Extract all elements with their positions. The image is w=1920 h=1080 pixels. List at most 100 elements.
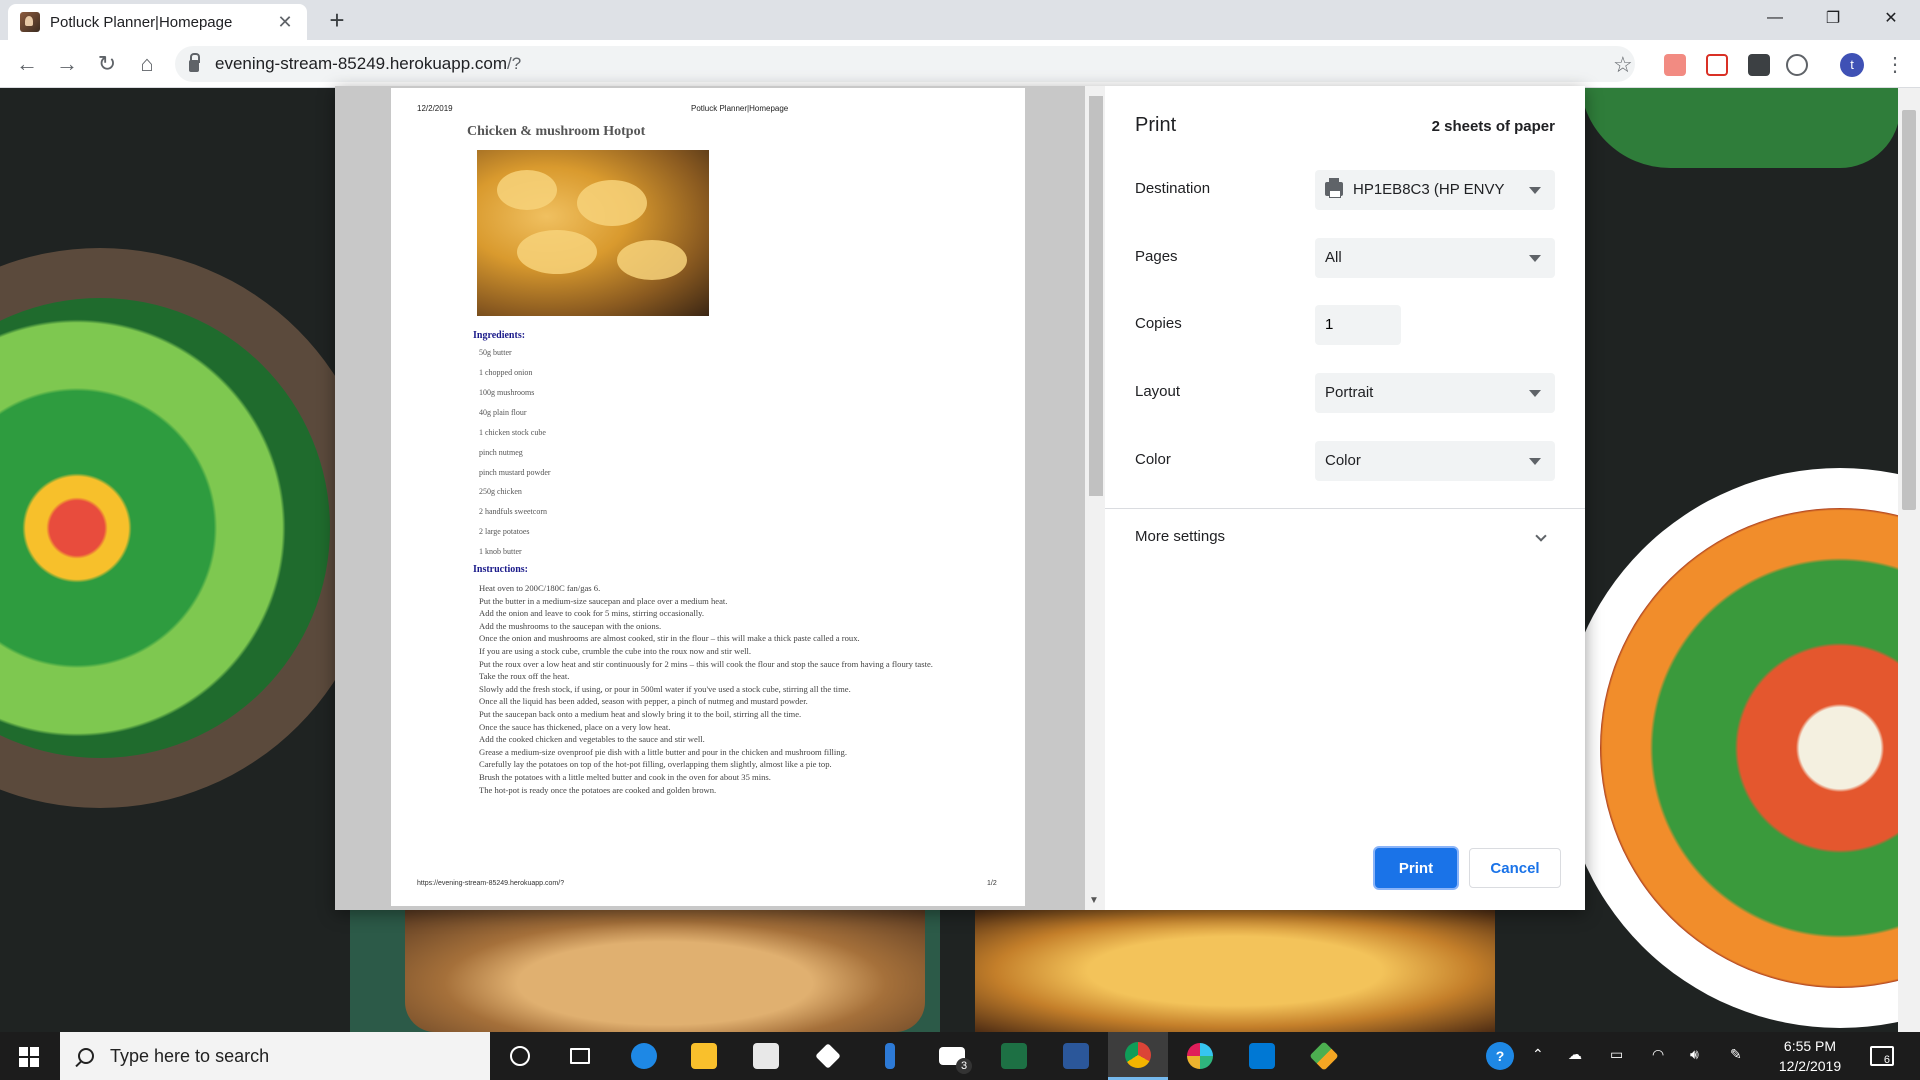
show-hidden-icons-icon[interactable]: ⌃ [1532,1046,1544,1063]
pen-icon[interactable]: ✎ [1730,1046,1742,1063]
instructions-heading: Instructions: [473,564,529,575]
tab-title: Potluck Planner|Homepage [50,13,233,31]
clock-time: 6:55 PM [1783,1038,1837,1054]
preview-header-date: 12/2/2019 [417,104,453,113]
mail-icon[interactable]: 3 [922,1032,982,1080]
hotpot-photo [405,910,925,1032]
power-automate-icon[interactable] [860,1032,920,1080]
search-placeholder: Type here to search [110,1045,270,1066]
layout-label: Layout [1135,383,1181,400]
pages-row: Pages All [1135,238,1555,278]
help-icon[interactable]: ? [1486,1042,1514,1070]
layout-select[interactable]: Portrait [1315,373,1555,413]
more-settings-toggle[interactable]: More settings [1135,528,1555,558]
file-explorer-icon[interactable] [674,1032,734,1080]
pages-label: Pages [1135,248,1178,265]
print-dialog: 12/2/2019 Potluck Planner|Homepage Chick… [335,86,1585,910]
destination-select[interactable]: HP1EB8C3 (HP ENVY [1315,170,1555,210]
print-button[interactable]: Print [1375,848,1457,888]
instruction-step: If you are using a stock cube, crumble t… [479,645,752,656]
new-tab-icon[interactable]: + [322,6,352,36]
preview-scrollbar-thumb[interactable] [1089,96,1103,496]
copies-input[interactable]: 1 [1315,305,1401,345]
divider [1105,508,1585,509]
onedrive-icon[interactable]: ☁ [1568,1046,1582,1063]
forward-icon[interactable]: → [53,50,81,78]
excel-icon[interactable] [984,1032,1044,1080]
instruction-step: The hot-pot is ready once the potatoes a… [479,784,717,795]
cucumber-image [1580,88,1900,168]
slack-icon[interactable] [1170,1032,1230,1080]
preview-scrollbar[interactable]: ▼ [1085,86,1105,910]
cancel-button[interactable]: Cancel [1469,848,1561,888]
reload-icon[interactable]: ↻ [93,50,121,78]
extension-icon[interactable] [1664,54,1686,76]
profile-avatar[interactable]: t [1840,53,1864,77]
bookmark-star-icon[interactable]: ☆ [1613,52,1633,78]
site-favicon-icon [20,12,40,32]
eyedropper-extension-icon[interactable] [1748,54,1770,76]
instruction-step: Once the sauce has thickened, place on a… [479,721,671,732]
dropbox-icon[interactable] [798,1032,858,1080]
notification-badge: 6 [1883,1054,1890,1066]
home-icon[interactable]: ⌂ [133,50,161,78]
ingredient-item: 1 knob butter [479,547,522,556]
volume-icon[interactable]: 🔊︎ [1690,1046,1699,1063]
back-icon[interactable]: ← [13,50,41,78]
page-scrollbar-thumb[interactable] [1902,110,1916,510]
lock-icon[interactable] [189,53,200,72]
preview-footer-url: https://evening-stream-85249.herokuapp.c… [417,880,565,887]
instruction-step: Brush the potatoes with a little melted … [479,771,771,782]
instruction-step: Add the onion and leave to cook for 5 mi… [479,608,704,619]
search-icon [78,1048,94,1064]
battery-icon[interactable]: ▭ [1610,1046,1623,1063]
close-window-icon[interactable]: ✕ [1862,0,1920,36]
color-row: Color Color [1135,441,1555,481]
wifi-icon[interactable]: ◠ [1652,1046,1664,1063]
minimize-icon[interactable]: — [1746,0,1804,36]
scroll-down-icon[interactable]: ▼ [1089,895,1099,906]
layout-value: Portrait [1325,384,1374,401]
browser-menu-icon[interactable]: ⋮ [1885,52,1905,77]
extension-icon[interactable] [1786,54,1808,76]
ingredient-item: 2 handfuls sweetcorn [479,507,547,516]
instruction-step: Carefully lay the potatoes on top of the… [479,759,832,770]
instruction-step: Take the roux off the heat. [479,671,570,682]
dropdown-arrow-icon [1529,390,1541,397]
notification-center-icon[interactable]: 6 [1870,1046,1894,1066]
system-clock[interactable]: 6:55 PM 12/2/2019 [1760,1036,1860,1076]
cortana-icon[interactable] [490,1032,550,1080]
taskbar-search[interactable]: Type here to search [60,1032,490,1080]
layout-row: Layout Portrait [1135,373,1555,413]
address-bar[interactable]: evening-stream-85249.herokuapp.com/? [175,46,1635,82]
close-tab-icon[interactable]: ✕ [275,12,295,33]
sheet-count: 2 sheets of paper [1431,118,1555,135]
ingredients-heading: Ingredients: [473,330,526,341]
pages-select[interactable]: All [1315,238,1555,278]
more-settings-label: More settings [1135,528,1226,545]
destination-label: Destination [1135,180,1211,197]
copies-label: Copies [1135,315,1182,332]
instruction-step: Put the butter in a medium-size saucepan… [479,595,728,606]
page-scrollbar[interactable] [1898,88,1920,1032]
browser-tab[interactable]: Potluck Planner|Homepage ✕ [8,4,307,40]
chrome-icon[interactable] [1108,1032,1168,1080]
word-icon[interactable] [1046,1032,1106,1080]
vscode-icon[interactable] [1232,1032,1292,1080]
browser-toolbar: ← → ↻ ⌂ evening-stream-85249.herokuapp.c… [0,40,1920,88]
ingredient-item: 50g butter [479,348,512,357]
print-preview: 12/2/2019 Potluck Planner|Homepage Chick… [335,86,1085,910]
edge-icon[interactable] [614,1032,674,1080]
pocket-extension-icon[interactable] [1706,54,1728,76]
ingredient-item: 1 chopped onion [479,368,533,377]
instruction-step: Add the mushrooms to the saucepan with t… [479,620,662,631]
windows-start-icon[interactable] [19,1047,39,1067]
kraken-icon[interactable] [1294,1032,1354,1080]
color-select[interactable]: Color [1315,441,1555,481]
store-icon[interactable] [736,1032,796,1080]
task-view-icon[interactable] [550,1032,610,1080]
printer-icon [1325,178,1343,198]
restore-icon[interactable]: ❐ [1804,0,1862,36]
ingredient-item: pinch mustard powder [479,468,551,477]
instruction-step: Once all the liquid has been added, seas… [479,696,808,707]
